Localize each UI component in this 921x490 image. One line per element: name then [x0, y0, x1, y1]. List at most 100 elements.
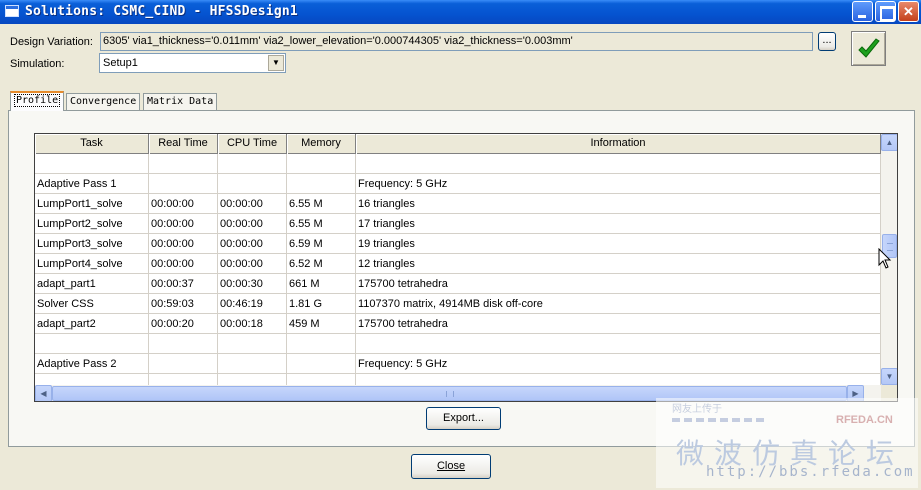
cell-memory: 6.59 M — [287, 234, 356, 254]
cell-cpu-time: 00:46:19 — [218, 294, 287, 314]
table-row[interactable] — [35, 154, 881, 174]
cell-task — [35, 334, 149, 354]
cell-memory: 6.52 M — [287, 254, 356, 274]
design-variation-label: Design Variation: — [10, 36, 93, 48]
cell-cpu-time: 00:00:00 — [218, 214, 287, 234]
cell-memory — [287, 354, 356, 374]
column-header-cpu-time[interactable]: CPU Time — [218, 134, 287, 154]
table-row[interactable]: LumpPort4_solve 00:00:00 00:00:00 6.52 M 12 … — [35, 254, 881, 274]
watermark-upload-text: 网友上传于 — [672, 404, 722, 415]
watermark-url: http://bbs.rfeda.com — [706, 464, 915, 480]
table-row[interactable] — [35, 334, 881, 354]
cell-memory — [287, 334, 356, 354]
cell-cpu-time — [218, 354, 287, 374]
cell-real-time: 00:00:37 — [149, 274, 218, 294]
cell-information: 19 triangles — [356, 234, 881, 254]
cell-task: Solver CSS — [35, 294, 149, 314]
cell-real-time: 00:59:03 — [149, 294, 218, 314]
cell-information: 17 triangles — [356, 214, 881, 234]
watermark-decoration — [672, 418, 768, 422]
cell-information: Frequency: 5 GHz — [356, 174, 881, 194]
cell-information — [356, 154, 881, 174]
cell-information: 1107370 matrix, 4914MB disk off-core — [356, 294, 881, 314]
simulation-select[interactable]: Setup1 ▼ — [99, 53, 286, 73]
cell-real-time — [149, 174, 218, 194]
table-row[interactable]: LumpPort3_solve 00:00:00 00:00:00 6.59 M 19 … — [35, 234, 881, 254]
table-row[interactable]: Adaptive Pass 1 Frequency: 5 GHz — [35, 174, 881, 194]
tab-convergence[interactable]: Convergence — [66, 93, 141, 110]
cell-memory: 1.81 G — [287, 294, 356, 314]
minimize-button[interactable] — [852, 1, 873, 22]
export-button[interactable]: Export... — [426, 407, 501, 430]
maximize-button[interactable] — [875, 1, 896, 22]
window-icon — [5, 5, 19, 17]
cell-memory: 661 M — [287, 274, 356, 294]
cell-task: LumpPort3_solve — [35, 234, 149, 254]
cell-cpu-time: 00:00:00 — [218, 254, 287, 274]
cell-real-time — [149, 334, 218, 354]
table-row[interactable]: Solver CSS 00:59:03 00:46:19 1.81 G 1107370 … — [35, 294, 881, 314]
close-button[interactable]: Close — [411, 454, 491, 479]
chevron-down-icon[interactable]: ▼ — [268, 55, 284, 71]
cell-information: 175700 tetrahedra — [356, 314, 881, 334]
scroll-down-button[interactable]: ▼ — [881, 368, 897, 385]
cell-real-time: 00:00:00 — [149, 214, 218, 234]
cell-real-time: 00:00:20 — [149, 314, 218, 334]
scroll-up-button[interactable]: ▲ — [881, 134, 897, 151]
cell-real-time: 00:00:00 — [149, 254, 218, 274]
column-header-memory[interactable]: Memory — [287, 134, 356, 154]
table-row[interactable]: Adaptive Pass 2 Frequency: 5 GHz — [35, 354, 881, 374]
cell-cpu-time — [218, 174, 287, 194]
cell-cpu-time: 00:00:00 — [218, 194, 287, 214]
cell-information — [356, 334, 881, 354]
simulation-selected-value: Setup1 — [103, 57, 138, 69]
cell-task — [35, 154, 149, 174]
column-header-real-time[interactable]: Real Time — [149, 134, 218, 154]
cell-memory: 459 M — [287, 314, 356, 334]
tab-matrix-data[interactable]: Matrix Data — [143, 93, 218, 110]
tab-profile-label: Profile — [14, 94, 61, 107]
simulation-label: Simulation: — [10, 58, 65, 70]
table-row[interactable]: adapt_part1 00:00:37 00:00:30 661 M 175700 t… — [35, 274, 881, 294]
cell-cpu-time — [218, 154, 287, 174]
cell-information: Frequency: 5 GHz — [356, 354, 881, 374]
cell-real-time — [149, 354, 218, 374]
forum-watermark: 网友上传于 RFEDA.CN 微波仿真论坛 http://bbs.rfeda.c… — [656, 398, 918, 488]
cell-information: 12 triangles — [356, 254, 881, 274]
design-variation-field[interactable]: 6305' via1_thickness='0.011mm' via2_lowe… — [100, 32, 813, 51]
cell-task: LumpPort2_solve — [35, 214, 149, 234]
window-title: Solutions: CSMC_CIND - HFSSDesign1 — [25, 4, 298, 19]
cell-information: 16 triangles — [356, 194, 881, 214]
cell-task: LumpPort1_solve — [35, 194, 149, 214]
cell-cpu-time: 00:00:30 — [218, 274, 287, 294]
table-row[interactable]: LumpPort2_solve 00:00:00 00:00:00 6.55 M 17 … — [35, 214, 881, 234]
cell-task: LumpPort4_solve — [35, 254, 149, 274]
cell-cpu-time: 00:00:18 — [218, 314, 287, 334]
mouse-cursor-icon — [878, 248, 892, 269]
cell-cpu-time: 00:00:00 — [218, 234, 287, 254]
cell-real-time — [149, 154, 218, 174]
cell-task: adapt_part1 — [35, 274, 149, 294]
cell-memory: 6.55 M — [287, 194, 356, 214]
scroll-left-button[interactable]: ◀ — [35, 385, 52, 401]
close-window-button[interactable] — [898, 1, 919, 22]
column-header-task[interactable]: Task — [35, 134, 149, 154]
tab-profile[interactable]: Profile — [10, 91, 65, 111]
table-header: Task Real Time CPU Time Memory Informati… — [35, 134, 881, 154]
cell-task: adapt_part2 — [35, 314, 149, 334]
cell-memory — [287, 174, 356, 194]
column-header-information[interactable]: Information — [356, 134, 881, 154]
profile-table[interactable]: Task Real Time CPU Time Memory Informati… — [34, 133, 898, 402]
cell-information: 175700 tetrahedra — [356, 274, 881, 294]
cell-real-time: 00:00:00 — [149, 234, 218, 254]
cell-real-time: 00:00:00 — [149, 194, 218, 214]
table-row[interactable]: LumpPort1_solve 00:00:00 00:00:00 6.55 M 16 … — [35, 194, 881, 214]
cell-cpu-time — [218, 334, 287, 354]
solution-status-button[interactable] — [851, 31, 886, 66]
title-bar[interactable]: Solutions: CSMC_CIND - HFSSDesign1 — [0, 0, 921, 24]
cell-task: Adaptive Pass 1 — [35, 174, 149, 194]
cell-memory — [287, 154, 356, 174]
browse-variation-button[interactable]: ... — [818, 32, 836, 51]
cell-memory: 6.55 M — [287, 214, 356, 234]
table-row[interactable]: adapt_part2 00:00:20 00:00:18 459 M 175700 t… — [35, 314, 881, 334]
